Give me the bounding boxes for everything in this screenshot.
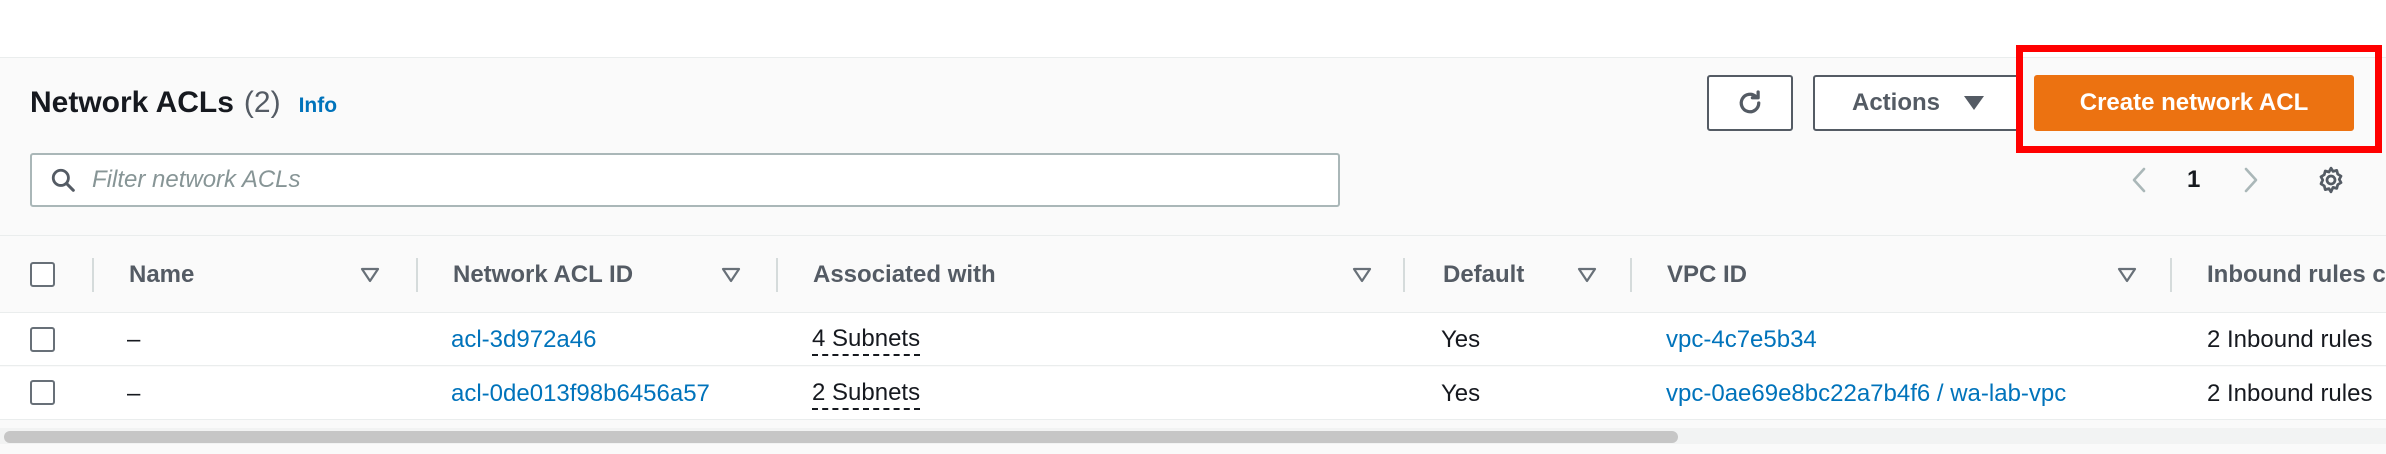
name-cell: – bbox=[127, 325, 141, 353]
name-cell: – bbox=[127, 379, 141, 407]
sort-icon bbox=[1577, 267, 1597, 283]
row-checkbox[interactable] bbox=[30, 327, 55, 352]
chevron-left-icon bbox=[2132, 167, 2146, 193]
inbound-rules-cell: 2 Inbound rules bbox=[2207, 379, 2373, 407]
actions-dropdown-button[interactable]: Actions bbox=[1813, 75, 2023, 131]
page-header: Network ACLs (2) Info bbox=[30, 86, 337, 126]
search-icon bbox=[51, 168, 75, 192]
table-row[interactable]: – acl-3d972a46 4 Subnets Yes vpc-4c7e5b3… bbox=[0, 313, 2386, 366]
network-acls-page: Network ACLs (2) Info Actions Create net… bbox=[0, 0, 2386, 454]
column-divider bbox=[776, 258, 778, 292]
vpc-id-link[interactable]: vpc-0ae69e8bc22a7b4f6 / wa-lab-vpc bbox=[1666, 380, 2066, 408]
default-cell: Yes bbox=[1441, 379, 1481, 407]
current-page-number[interactable]: 1 bbox=[2187, 160, 2200, 200]
select-all-checkbox[interactable] bbox=[30, 262, 55, 287]
row-checkbox[interactable] bbox=[30, 380, 55, 405]
acl-id-link[interactable]: acl-3d972a46 bbox=[451, 326, 596, 354]
refresh-button[interactable] bbox=[1707, 75, 1793, 131]
column-divider bbox=[92, 258, 94, 292]
table-header: Name Network ACL ID Associated with Defa… bbox=[0, 235, 2386, 313]
create-network-acl-button[interactable]: Create network ACL bbox=[2034, 75, 2354, 131]
sort-icon bbox=[721, 267, 741, 283]
filter-search-box[interactable] bbox=[30, 153, 1340, 207]
actions-label: Actions bbox=[1851, 89, 1940, 116]
sort-icon bbox=[2117, 267, 2137, 283]
column-header-name[interactable]: Name bbox=[129, 236, 194, 314]
associated-subnets-link[interactable]: 4 Subnets bbox=[812, 324, 921, 356]
item-count: (2) bbox=[243, 86, 281, 119]
page-title: Network ACLs bbox=[30, 86, 234, 119]
column-divider bbox=[416, 258, 418, 292]
next-page-button[interactable] bbox=[2240, 160, 2262, 200]
sort-icon bbox=[360, 267, 380, 283]
horizontal-scrollbar-thumb[interactable] bbox=[4, 431, 1678, 443]
info-link[interactable]: Info bbox=[299, 94, 337, 118]
vpc-id-link[interactable]: vpc-4c7e5b34 bbox=[1666, 326, 1817, 354]
table-row[interactable]: – acl-0de013f98b6456a57 2 Subnets Yes vp… bbox=[0, 367, 2386, 420]
column-divider bbox=[1630, 258, 1632, 292]
caret-down-icon bbox=[1964, 96, 1984, 110]
filter-input[interactable] bbox=[92, 166, 1292, 194]
column-header-associated-with[interactable]: Associated with bbox=[813, 236, 996, 314]
chevron-right-icon bbox=[2244, 167, 2258, 193]
preferences-button[interactable] bbox=[2316, 160, 2346, 200]
previous-page-button[interactable] bbox=[2128, 160, 2150, 200]
sort-icon bbox=[1352, 267, 1372, 283]
column-header-vpc-id[interactable]: VPC ID bbox=[1667, 236, 1747, 314]
acl-id-link[interactable]: acl-0de013f98b6456a57 bbox=[451, 380, 710, 408]
column-divider bbox=[2170, 258, 2172, 292]
refresh-icon bbox=[1739, 90, 1761, 114]
column-header-network-acl-id[interactable]: Network ACL ID bbox=[453, 236, 633, 314]
default-cell: Yes bbox=[1441, 325, 1481, 353]
column-header-default[interactable]: Default bbox=[1443, 236, 1524, 314]
inbound-rules-cell: 2 Inbound rules bbox=[2207, 325, 2373, 353]
column-header-inbound-rules[interactable]: Inbound rules c bbox=[2207, 236, 2386, 314]
gear-icon bbox=[2319, 166, 2343, 194]
associated-subnets-link[interactable]: 2 Subnets bbox=[812, 378, 921, 410]
column-divider bbox=[1403, 258, 1405, 292]
